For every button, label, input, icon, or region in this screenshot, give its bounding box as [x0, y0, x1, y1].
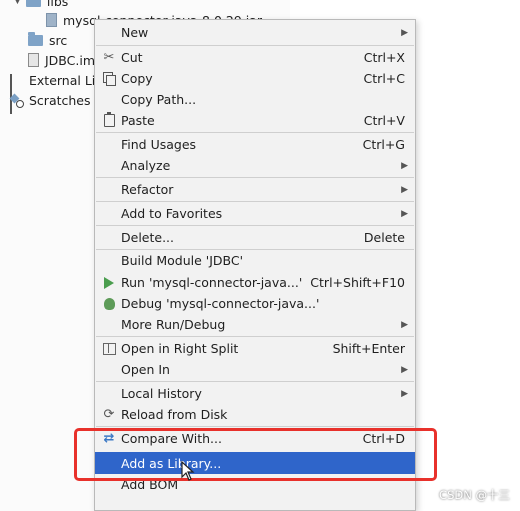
menu-item-label: Refactor — [121, 182, 174, 197]
menu-item-analyze[interactable]: Analyze ▶ — [95, 155, 415, 176]
menu-separator — [96, 426, 414, 427]
menu-item-new[interactable]: New ▶ — [95, 22, 415, 43]
menu-item-shortcut: Ctrl+X — [363, 50, 405, 65]
tree-item-label: src — [49, 32, 68, 48]
reload-icon: ⟳ — [103, 407, 115, 422]
menu-item-label: Local History — [121, 386, 202, 401]
menu-item-label: Build Module 'JDBC' — [121, 253, 244, 268]
menu-separator — [96, 201, 414, 202]
menu-item-more-run-debug[interactable]: More Run/Debug ▶ — [95, 314, 415, 335]
submenu-arrow-icon: ▶ — [401, 184, 408, 195]
menu-item-label: Add to Favorites — [121, 206, 223, 221]
menu-item-find-usages[interactable]: Find Usages Ctrl+G — [95, 134, 415, 155]
menu-item-open-right-split[interactable]: Open in Right Split Shift+Enter — [95, 338, 415, 359]
menu-separator — [96, 132, 414, 133]
submenu-arrow-icon: ▶ — [401, 319, 408, 330]
menu-separator — [96, 381, 414, 382]
menu-item-shortcut: Delete — [363, 230, 405, 245]
menu-item-build-module[interactable]: Build Module 'JDBC' — [95, 250, 415, 271]
tree-item-src[interactable]: src — [28, 30, 67, 50]
clipboard-icon — [101, 112, 117, 129]
menu-item-label: Open In — [121, 362, 170, 377]
menu-item-reload-from-disk[interactable]: ⟳ Reload from Disk — [95, 404, 415, 425]
copy-icon — [101, 71, 117, 87]
menu-item-label: Paste — [121, 113, 155, 128]
submenu-arrow-icon: ▶ — [401, 364, 408, 375]
menu-separator — [96, 45, 414, 46]
chevron-down-icon[interactable]: ▼ — [14, 0, 21, 6]
menu-item-label: Reload from Disk — [121, 407, 228, 422]
menu-item-label: Find Usages — [121, 137, 197, 152]
scratches-icon — [10, 94, 24, 108]
mouse-cursor-icon — [181, 461, 195, 481]
menu-item-copy-path[interactable]: Copy Path... — [95, 89, 415, 110]
folder-icon — [25, 0, 41, 7]
menu-item-label: Delete... — [121, 230, 174, 245]
menu-item-label: Copy — [121, 71, 153, 86]
menu-item-shortcut: Ctrl+Shift+F10 — [310, 275, 405, 290]
menu-item-cut[interactable]: ✂ Cut Ctrl+X — [95, 47, 415, 68]
menu-item-copy[interactable]: Copy Ctrl+C — [95, 68, 415, 89]
jar-icon — [46, 13, 57, 27]
menu-item-paste[interactable]: Paste Ctrl+V — [95, 110, 415, 131]
watermark: CSDN @十三 — [439, 488, 510, 502]
menu-item-label: Debug 'mysql-connector-java...' — [121, 296, 320, 311]
run-icon — [101, 275, 117, 291]
tree-item-iml[interactable]: JDBC.iml — [28, 50, 99, 70]
debug-bug-icon — [101, 296, 117, 312]
menu-item-shortcut: Ctrl+C — [363, 71, 405, 86]
menu-separator — [96, 177, 414, 178]
tree-item-scratches[interactable]: Scratches ar — [10, 90, 107, 110]
menu-item-shortcut: Shift+Enter — [332, 341, 405, 356]
menu-separator — [96, 225, 414, 226]
menu-item-label: More Run/Debug — [121, 317, 226, 332]
tree-item-label: External Lib — [29, 72, 104, 88]
folder-icon — [28, 31, 43, 46]
menu-item-refactor[interactable]: Refactor ▶ — [95, 179, 415, 200]
menu-item-delete[interactable]: Delete... Delete — [95, 227, 415, 248]
submenu-arrow-icon: ▶ — [401, 208, 408, 219]
menu-item-shortcut: Ctrl+V — [363, 113, 405, 128]
menu-item-debug[interactable]: Debug 'mysql-connector-java...' — [95, 293, 415, 314]
tree-item-label: JDBC.iml — [45, 52, 99, 68]
menu-item-label: Copy Path... — [121, 92, 197, 107]
menu-item-label: Cut — [121, 50, 143, 65]
menu-item-label: Analyze — [121, 158, 171, 173]
menu-item-open-in[interactable]: Open In ▶ — [95, 359, 415, 380]
file-icon — [28, 53, 39, 67]
menu-item-run[interactable]: Run 'mysql-connector-java...' Ctrl+Shift… — [95, 272, 415, 293]
menu-separator — [96, 336, 414, 337]
menu-item-label: New — [121, 25, 149, 40]
menu-item-label: Run 'mysql-connector-java...' — [121, 275, 303, 290]
menu-item-local-history[interactable]: Local History ▶ — [95, 383, 415, 404]
submenu-arrow-icon: ▶ — [401, 27, 408, 38]
menu-item-label: Open in Right Split — [121, 341, 239, 356]
highlight-annotation — [74, 428, 437, 481]
split-view-icon — [101, 341, 117, 357]
scissors-icon: ✂ — [103, 50, 115, 65]
library-icon — [10, 74, 23, 114]
tree-item-external-libraries[interactable]: External Lib — [10, 70, 104, 114]
submenu-arrow-icon: ▶ — [401, 160, 408, 171]
menu-item-shortcut: Ctrl+G — [362, 137, 405, 152]
submenu-arrow-icon: ▶ — [401, 388, 408, 399]
tree-item-label: libs — [46, 0, 69, 9]
menu-item-add-to-favorites[interactable]: Add to Favorites ▶ — [95, 203, 415, 224]
